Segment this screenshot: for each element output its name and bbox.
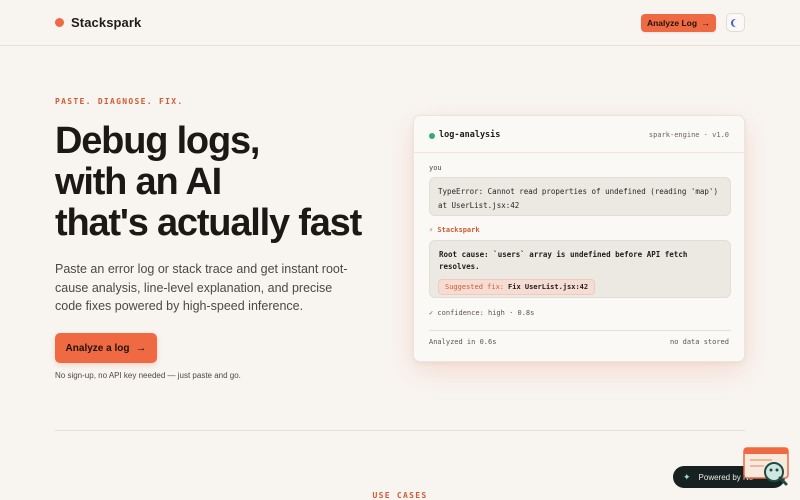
hero-title-line-3: that's actually fast (55, 202, 362, 244)
card-divider (429, 330, 731, 331)
mascot-icon[interactable] (742, 446, 790, 488)
section-divider (55, 430, 745, 431)
hero-title-line-1: Debug logs, (55, 120, 260, 162)
moon-icon (733, 19, 741, 27)
site-header: Stackspark Analyze Log → (0, 0, 800, 46)
user-label: you (429, 164, 442, 172)
log-analysis-card: log-analysis spark-engine · v1.0 you Typ… (413, 115, 745, 362)
use-cases-eyebrow: USE CASES (372, 491, 428, 500)
ai-message-text: Root cause: `users` array is undefined b… (439, 250, 688, 271)
hero-title: Debug logs, with an AI that's actually f… (55, 121, 405, 244)
hero-note: No sign-up, no API key needed — just pas… (55, 371, 241, 380)
hero-eyebrow: PASTE. DIAGNOSE. FIX. (55, 97, 184, 106)
arrow-right-icon: → (135, 342, 147, 354)
sparkle-icon: ✦ (683, 471, 691, 482)
status-dot-icon (429, 133, 435, 139)
brand-logo[interactable]: Stackspark (55, 15, 141, 30)
header-analyze-label: Analyze Log (646, 18, 698, 28)
privacy-note: no data stored (669, 338, 729, 346)
brand-dot-icon (55, 18, 64, 27)
analyze-log-label: Analyze a log (65, 342, 130, 354)
fix-key: Suggested fix: (445, 283, 505, 291)
arrow-right-icon: → (701, 18, 711, 28)
suggested-fix-chip[interactable]: Suggested fix: Fix UserList.jsx:42 (438, 279, 596, 295)
theme-toggle-button[interactable] (726, 13, 745, 32)
header-analyze-button[interactable]: Analyze Log → (641, 14, 716, 32)
card-version: spark-engine · v1.0 (648, 131, 729, 139)
analysis-time: Analyzed in 0.6s (429, 338, 497, 346)
hero-title-line-2: with an AI (55, 161, 222, 203)
card-header: log-analysis spark-engine · v1.0 (414, 116, 744, 153)
user-message: TypeError: Cannot read properties of und… (429, 177, 731, 216)
analyze-log-button[interactable]: Analyze a log → (55, 333, 157, 363)
ai-label: ⚡ Stackspark (429, 226, 480, 234)
card-title: log-analysis (439, 130, 501, 140)
brand-name: Stackspark (71, 15, 142, 30)
ai-message: Root cause: `users` array is undefined b… (429, 240, 731, 298)
fix-value: Fix UserList.jsx:42 (508, 283, 589, 291)
confidence-text: ✓ confidence: high · 0.8s (429, 309, 535, 317)
hero-description: Paste an error log or stack trace and ge… (55, 262, 348, 313)
